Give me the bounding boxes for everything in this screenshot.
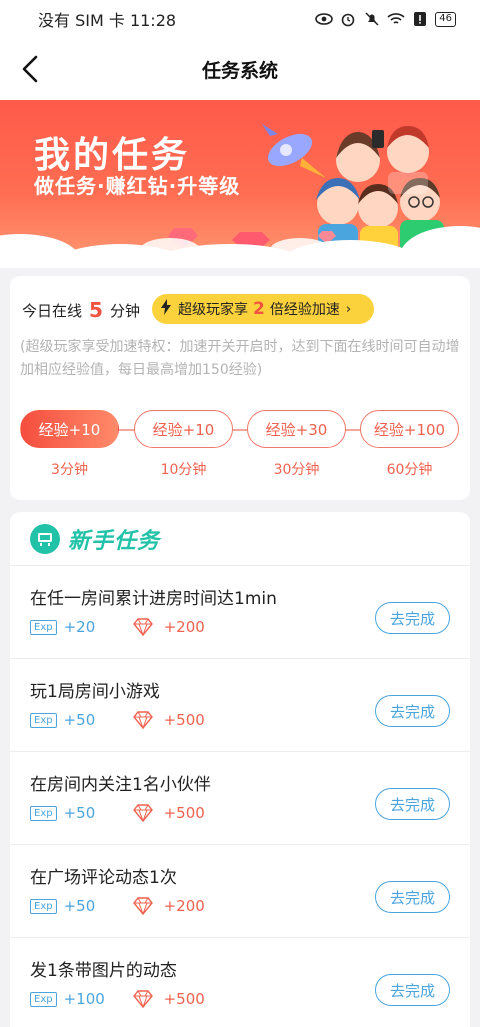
task-board-icon — [30, 524, 60, 554]
complete-task-button[interactable]: 去完成 — [375, 695, 450, 727]
task-name: 在任一房间累计进房时间达1min — [30, 589, 277, 609]
complete-task-button[interactable]: 去完成 — [375, 881, 450, 913]
task-name: 在广场评论动态1次 — [30, 868, 177, 888]
boost-suffix: 倍经验加速 — [269, 302, 340, 318]
exp-reward: +50 — [63, 804, 96, 822]
lightning-icon — [160, 299, 178, 319]
level-time: 60分钟 — [386, 462, 433, 478]
exp-reward: +100 — [63, 990, 105, 1008]
battery-indicator: 46 — [435, 11, 456, 27]
status-icons: 46 — [315, 11, 456, 27]
status-carrier-time: 没有 SIM 卡 11:28 — [38, 11, 177, 30]
chevron-right-icon: › — [345, 301, 352, 317]
red-diamond-icon — [132, 618, 153, 636]
online-minutes: 5 — [89, 298, 103, 322]
back-button[interactable] — [16, 54, 44, 84]
alert-icon — [411, 12, 429, 26]
complete-task-button[interactable]: 去完成 — [375, 974, 450, 1006]
rocket-icon — [262, 124, 326, 178]
exp-badge: Exp — [30, 619, 57, 635]
task-rewards: Exp +100 +500 — [30, 990, 205, 1008]
newbie-task-card: 新手任务 在任一房间累计进房时间达1min Exp +20 +200 去完成 玩… — [10, 512, 470, 1027]
red-diamond-icon — [132, 711, 153, 729]
level-pill[interactable]: 经验+30 — [247, 410, 346, 448]
task-name: 发1条带图片的动态 — [30, 961, 177, 981]
online-summary: 今日在线 5 分钟 — [22, 298, 140, 322]
exp-badge: Exp — [30, 805, 57, 821]
gem-reward: +500 — [163, 804, 205, 822]
nav-bar: 任务系统 — [0, 38, 480, 100]
task-row: 发1条带图片的动态 Exp +100 +500 去完成 — [10, 937, 470, 1027]
status-bar: 没有 SIM 卡 11:28 46 — [0, 0, 480, 38]
task-rewards: Exp +50 +200 — [30, 897, 205, 915]
task-row: 在房间内关注1名小伙伴 Exp +50 +500 去完成 — [10, 751, 470, 844]
gem-reward: +200 — [163, 897, 205, 915]
level-pill[interactable]: 经验+100 — [360, 410, 459, 448]
wifi-icon — [387, 12, 405, 26]
exp-level-track: 经验+10 经验+10 经验+30 经验+100 — [20, 410, 460, 450]
mute-icon — [363, 12, 381, 26]
gem-reward: +500 — [163, 711, 205, 729]
gem-reward: +200 — [163, 618, 205, 636]
online-suffix: 分钟 — [109, 301, 140, 320]
complete-task-button[interactable]: 去完成 — [375, 788, 450, 820]
boost-multiplier: 2 — [253, 299, 265, 319]
red-diamond-icon — [132, 804, 153, 822]
complete-task-button[interactable]: 去完成 — [375, 602, 450, 634]
red-diamond-icon — [132, 897, 153, 915]
level-pill[interactable]: 经验+10 — [20, 410, 119, 448]
level-time: 3分钟 — [51, 462, 88, 478]
banner-illustration — [0, 124, 480, 268]
exp-reward: +50 — [63, 711, 96, 729]
gem-reward: +500 — [163, 990, 205, 1008]
task-rewards: Exp +20 +200 — [30, 618, 205, 636]
eye-icon — [315, 12, 334, 26]
task-name: 玩1局房间小游戏 — [30, 682, 160, 702]
alarm-icon — [339, 12, 357, 27]
online-time-card: 今日在线 5 分钟 超级玩家享 2 倍经验加速 › (超级玩家享受加速特权：加速… — [10, 276, 470, 500]
task-rewards: Exp +50 +500 — [30, 804, 205, 822]
boost-prefix: 超级玩家享 — [178, 302, 248, 318]
task-rewards: Exp +50 +500 — [30, 711, 205, 729]
level-pill[interactable]: 经验+10 — [134, 410, 233, 448]
level-time: 30分钟 — [273, 462, 320, 478]
task-banner: 我的任务 做任务·赚红钻·升等级 — [0, 100, 480, 268]
task-name: 在房间内关注1名小伙伴 — [30, 775, 211, 795]
task-row: 在任一房间累计进房时间达1min Exp +20 +200 去完成 — [10, 565, 470, 658]
exp-badge: Exp — [30, 898, 57, 914]
page-title: 任务系统 — [201, 59, 278, 82]
red-diamond-icon — [132, 990, 153, 1008]
task-row: 玩1局房间小游戏 Exp +50 +500 去完成 — [10, 658, 470, 751]
exp-badge: Exp — [30, 712, 57, 728]
super-player-boost-button[interactable]: 超级玩家享 2 倍经验加速 › — [152, 294, 374, 324]
exp-badge: Exp — [30, 991, 57, 1007]
exp-reward: +20 — [63, 618, 96, 636]
exp-reward: +50 — [63, 897, 96, 915]
boost-description: (超级玩家享受加速特权：加速开关开启时，达到下面在线时间可自动增加相应经验值，每… — [20, 339, 460, 378]
task-row: 在广场评论动态1次 Exp +50 +200 去完成 — [10, 844, 470, 937]
task-section-header: 新手任务 — [30, 522, 160, 556]
task-section-title: 新手任务 — [68, 529, 161, 554]
level-time: 10分钟 — [160, 462, 207, 478]
chevron-left-icon — [22, 55, 38, 83]
online-prefix: 今日在线 — [22, 301, 83, 320]
